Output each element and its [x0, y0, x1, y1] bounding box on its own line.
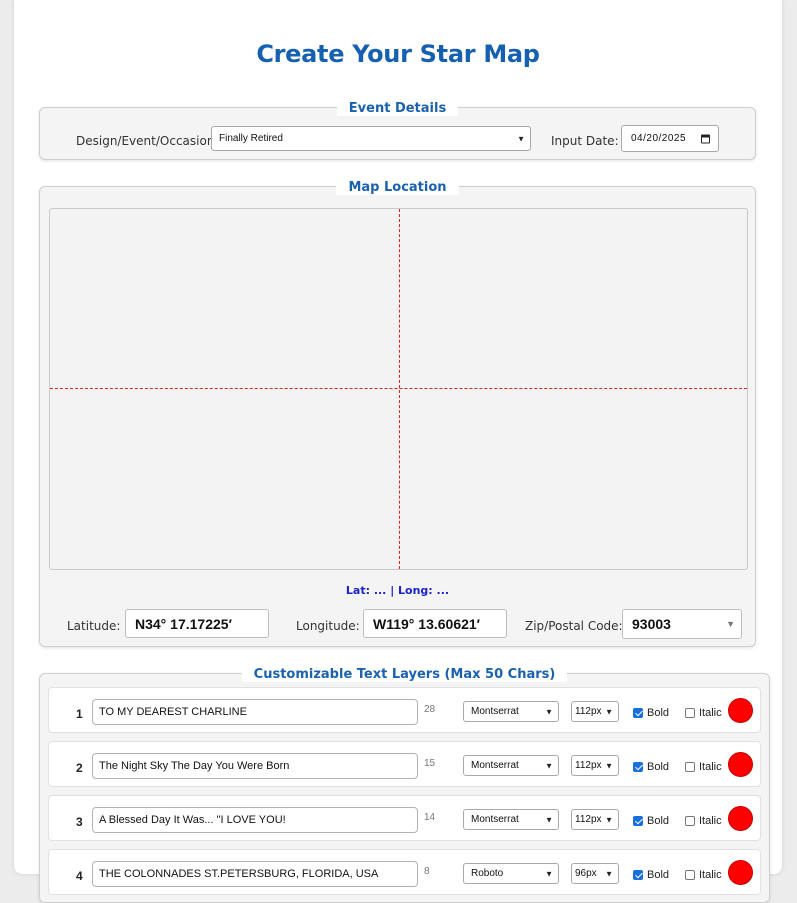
map-location-section: Map Location Lat: ... | Long: ... Latitu…	[39, 180, 756, 647]
zip-select[interactable]: 93003 ▼	[622, 609, 742, 639]
bold-label: Bold	[647, 869, 670, 881]
layer-number: 3	[76, 815, 83, 829]
bold-label: Bold	[647, 815, 670, 827]
crosshair-vertical	[399, 209, 400, 569]
latitude-label: Latitude:	[67, 619, 121, 633]
input-date-field[interactable]: 04/20/2025	[621, 125, 719, 152]
layer-text-input[interactable]: TO MY DEAREST CHARLINE	[92, 699, 418, 725]
latitude-input[interactable]: N34° 17.17225′	[125, 609, 269, 638]
text-layer-row: 1 TO MY DEAREST CHARLINE 28 Montserrat ▼ …	[48, 687, 761, 733]
italic-checkbox[interactable]	[685, 870, 695, 880]
star-map-card: Create Your Star Map Event Details Desig…	[14, 0, 782, 903]
chevron-down-icon: ▼	[545, 707, 553, 716]
map-location-legend: Map Location	[336, 180, 459, 195]
longitude-input[interactable]: W119° 13.60621′	[363, 609, 507, 638]
bold-checkbox[interactable]	[633, 870, 643, 880]
chevron-down-icon: ▼	[605, 761, 613, 770]
chevron-down-icon: ▼	[605, 815, 613, 824]
chevron-down-icon: ▼	[517, 134, 525, 143]
italic-label: Italic	[699, 761, 722, 773]
chevron-down-icon: ▼	[545, 761, 553, 770]
text-layer-row: 3 A Blessed Day It Was... "I LOVE YOU! 1…	[48, 795, 761, 841]
bold-checkbox[interactable]	[633, 708, 643, 718]
layer-number: 4	[76, 869, 83, 883]
layer-text-input[interactable]: THE COLONNADES ST.PETERSBURG, FLORIDA, U…	[92, 861, 418, 887]
chevron-down-icon: ▼	[545, 815, 553, 824]
chevron-down-icon: ▼	[605, 707, 613, 716]
location-map[interactable]	[49, 208, 748, 570]
event-details-section: Event Details Design/Event/Occasion: Fin…	[39, 101, 756, 160]
calendar-icon[interactable]	[701, 134, 710, 143]
chars-remaining: 15	[424, 758, 436, 769]
italic-label: Italic	[699, 869, 722, 881]
longitude-label: Longitude:	[296, 619, 360, 633]
crosshair-horizontal	[50, 388, 747, 389]
design-label: Design/Event/Occasion:	[76, 134, 219, 148]
layer-number: 2	[76, 761, 83, 775]
color-swatch[interactable]	[728, 752, 753, 777]
font-select[interactable]: Montserrat ▼	[463, 701, 559, 722]
bold-label: Bold	[647, 761, 670, 773]
italic-label: Italic	[699, 815, 722, 827]
color-swatch[interactable]	[728, 806, 753, 831]
bold-checkbox[interactable]	[633, 816, 643, 826]
design-select[interactable]: Finally Retired ▼	[211, 126, 531, 151]
size-select[interactable]: 112px ▼	[571, 809, 619, 830]
layer-text-input[interactable]: The Night Sky The Day You Were Born	[92, 753, 418, 779]
text-layer-row: 2 The Night Sky The Day You Were Born 15…	[48, 741, 761, 787]
italic-label: Italic	[699, 707, 722, 719]
layer-number: 1	[76, 707, 83, 721]
text-layers-section: Customizable Text Layers (Max 50 Chars) …	[39, 667, 770, 903]
text-layers-legend: Customizable Text Layers (Max 50 Chars)	[241, 667, 568, 682]
italic-checkbox[interactable]	[685, 708, 695, 718]
size-select[interactable]: 112px ▼	[571, 701, 619, 722]
chars-remaining: 14	[424, 812, 436, 823]
bold-label: Bold	[647, 707, 670, 719]
page-title: Create Your Star Map	[256, 40, 540, 68]
chars-remaining: 8	[424, 866, 430, 877]
font-select[interactable]: Montserrat ▼	[463, 755, 559, 776]
layer-text-input[interactable]: A Blessed Day It Was... "I LOVE YOU!	[92, 807, 418, 833]
input-date-label: Input Date:	[551, 134, 619, 148]
color-swatch[interactable]	[728, 860, 753, 885]
event-details-legend: Event Details	[336, 101, 459, 116]
chars-remaining: 28	[424, 704, 436, 715]
latlong-readout: Lat: ... | Long: ...	[345, 584, 450, 597]
text-layer-row: 4 THE COLONNADES ST.PETERSBURG, FLORIDA,…	[48, 849, 761, 895]
italic-checkbox[interactable]	[685, 816, 695, 826]
font-select[interactable]: Montserrat ▼	[463, 809, 559, 830]
bold-checkbox[interactable]	[633, 762, 643, 772]
zip-label: Zip/Postal Code:	[525, 619, 623, 633]
chevron-down-icon: ▼	[726, 619, 735, 629]
italic-checkbox[interactable]	[685, 762, 695, 772]
color-swatch[interactable]	[728, 698, 753, 723]
size-select[interactable]: 112px ▼	[571, 755, 619, 776]
